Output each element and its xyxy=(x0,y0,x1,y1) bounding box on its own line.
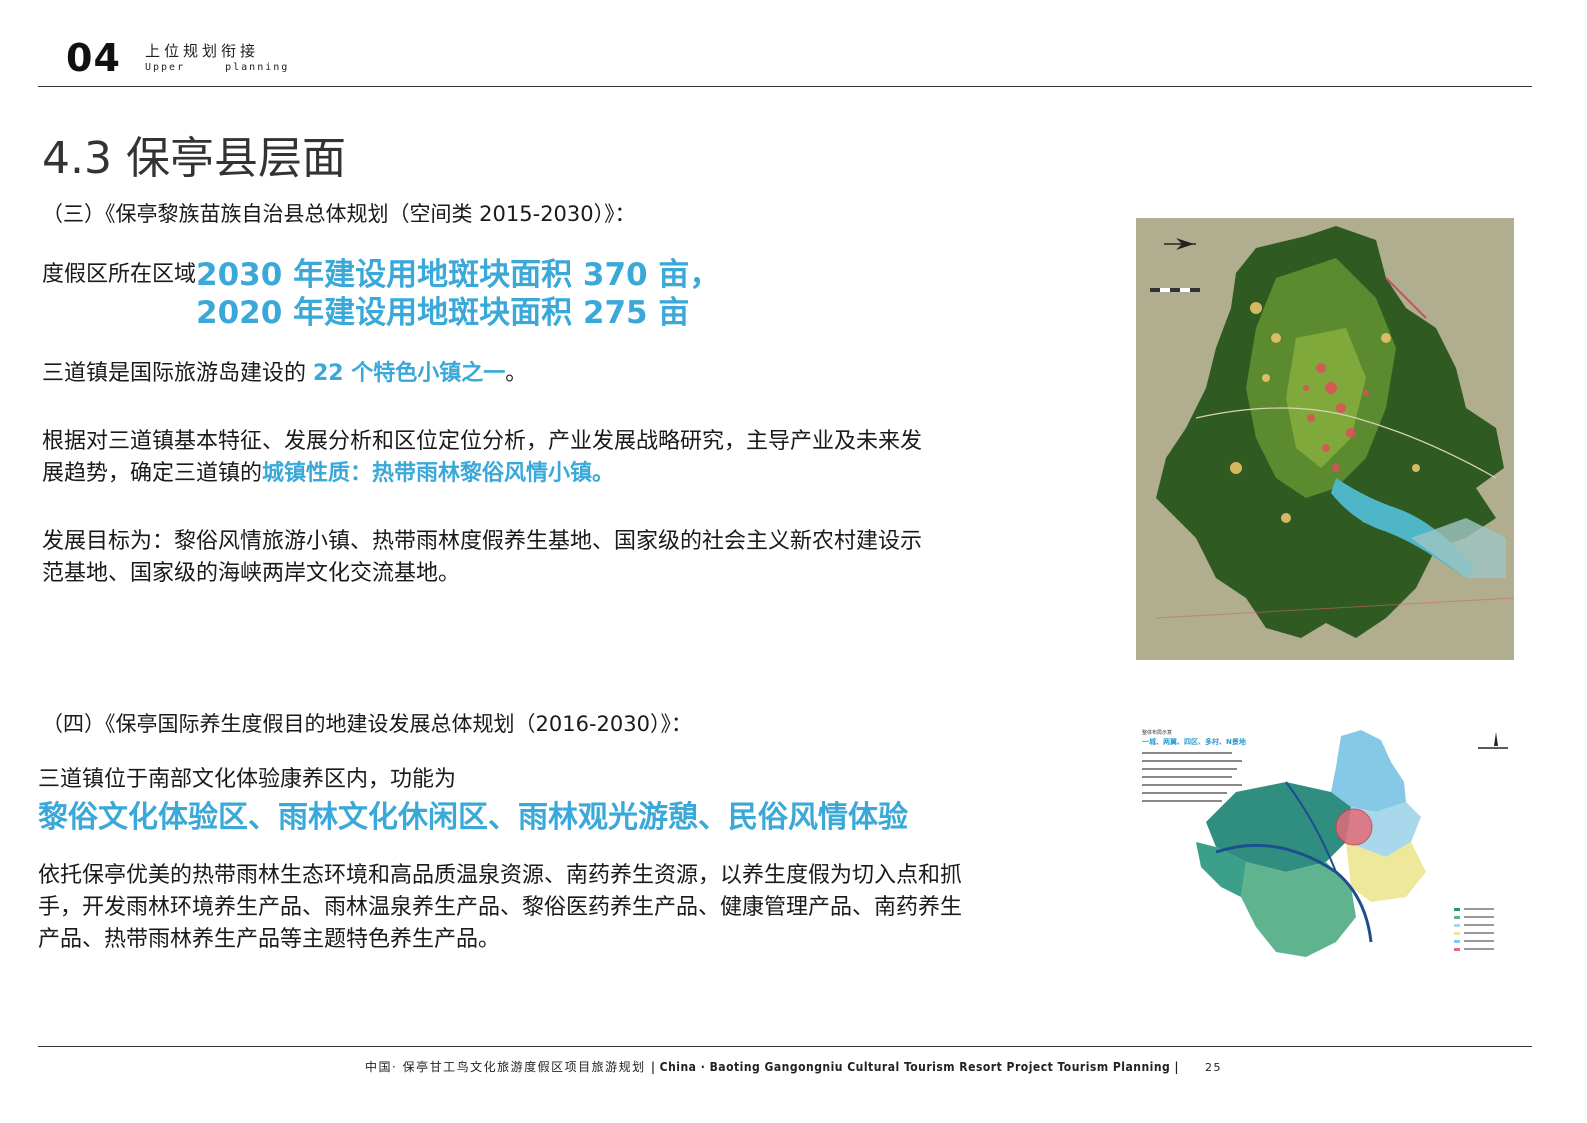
header-divider xyxy=(38,86,1532,87)
footer-cn: 中国· 保亭甘工鸟文化旅游度假区项目旅游规划 xyxy=(365,1060,651,1074)
part3-heading: （三）《保亭黎族苗族自治县总体规划（空间类 2015-2030）》： xyxy=(42,202,636,226)
zone-text: 三道镇位于南部文化体验康养区内，功能为 xyxy=(38,767,457,792)
town-prefix: 三道镇是国际旅游岛建设的 xyxy=(42,361,313,386)
page-number: 25 xyxy=(1204,1061,1222,1074)
svg-text:整体布局示意: 整体布局示意 xyxy=(1142,729,1172,736)
zone-functions: 黎俗文化体验区、雨林文化休闲区、雨林观光游憩、民俗风情体验 xyxy=(38,800,908,835)
chapter-title-en-word2: planning xyxy=(225,62,290,73)
zoning-map-icon: 整体布局示意 一城、两翼、四区、多村、N景地 xyxy=(1136,722,1514,970)
land-use-map-icon xyxy=(1136,218,1514,660)
footer-en: | China · Baoting Gangongniu Cultural To… xyxy=(650,1060,1179,1074)
development-goal-paragraph: 发展目标为：黎俗风情旅游小镇、热带雨林度假养生基地、国家级的社会主义新农村建设示… xyxy=(42,529,923,586)
town-nature-paragraph: 根据对三道镇基本特征、发展分析和区位定位分析，产业发展战略研究，主导产业及未来发… xyxy=(42,426,932,490)
chapter-title-en-word1: Upper xyxy=(145,62,186,73)
map2-legend-title: 一城、两翼、四区、多村、N景地 xyxy=(1142,737,1246,746)
wellness-products-paragraph: 依托保亭优美的热带雨林生态环境和高品质温泉资源、南药养生资源，以养生度假为切入点… xyxy=(38,863,963,952)
area-prefix: 度假区所在区域 xyxy=(42,262,197,287)
chapter-title-en: Upper planning xyxy=(145,62,329,73)
chapter-number: 04 xyxy=(66,36,121,80)
town-statement: 三道镇是国际旅游岛建设的 22 个特色小镇之一。 xyxy=(42,358,1002,390)
town-suffix: 。 xyxy=(505,361,528,386)
chapter-title-cn: 上位规划衔接 xyxy=(145,42,260,60)
section-title: 4.3 保亭县层面 xyxy=(42,133,346,184)
footer: 中国· 保亭甘工鸟文化旅游度假区项目旅游规划 | China · Baoting… xyxy=(0,1058,1587,1075)
footer-divider xyxy=(38,1046,1532,1047)
area-2030: 2030 年建设用地斑块面积 370 亩， xyxy=(196,257,721,293)
part4-heading: （四）《保亭国际养生度假目的地建设发展总体规划（2016-2030）》： xyxy=(42,712,692,736)
town-highlight: 22 个特色小镇之一 xyxy=(313,361,506,386)
area-statement: 度假区所在区域 2030 年建设用地斑块面积 370 亩， 2020 年建设用地… xyxy=(42,256,942,332)
town-nature-highlight: 城镇性质：热带雨林黎俗风情小镇。 xyxy=(262,461,615,486)
area-2020: 2020 年建设用地斑块面积 275 亩 xyxy=(196,295,690,331)
